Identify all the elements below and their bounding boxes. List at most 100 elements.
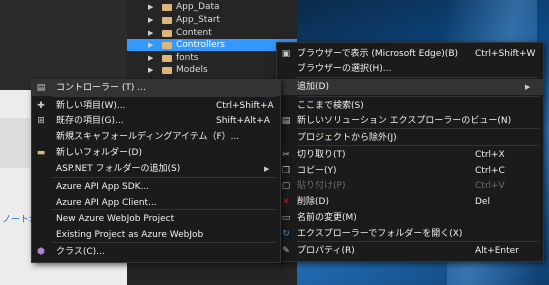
menu-separator xyxy=(52,177,276,178)
controller-icon: ▤ xyxy=(36,83,46,93)
expand-arrow-icon[interactable]: ▶ xyxy=(148,27,153,39)
menu-shortcut: Del xyxy=(475,197,490,207)
menu-item-label: ブラウザーの選択(H)... xyxy=(297,64,392,74)
menu-shortcut: Ctrl+X xyxy=(475,150,505,160)
menu-item[interactable]: ⊞ 既存の項目(G)... Shift+Alt+A xyxy=(32,113,280,129)
menu-item-label: コピー(Y) xyxy=(297,166,337,176)
menu-item[interactable]: ▤ コントローラー (T) ... xyxy=(32,80,280,96)
menu-item[interactable]: ブラウザーの選択(H)... xyxy=(277,61,543,77)
context-menu: ▣ ブラウザーで表示 (Microsoft Edge)(B) Ctrl+Shift+… xyxy=(276,42,544,262)
menu-item[interactable]: New Azure WebJob Project xyxy=(32,211,280,227)
menu-separator xyxy=(297,77,539,78)
new-folder-icon: ▬ xyxy=(36,148,46,158)
menu-shortcut: Shift+Alt+A xyxy=(216,116,270,126)
menu-item-label: 削除(D) xyxy=(297,197,329,207)
tree-item-label: App_Data xyxy=(176,2,220,12)
tree-item[interactable]: ▶ Content xyxy=(127,27,297,39)
properties-icon: ✎ xyxy=(282,246,290,256)
rename-icon: ▭ xyxy=(281,213,291,223)
menu-item-label: クラス(C)... xyxy=(56,247,105,257)
tree-item-label: Content xyxy=(176,28,212,38)
menu-shortcut: Alt+Enter xyxy=(475,246,519,256)
browser-icon: ▣ xyxy=(281,49,291,59)
menu-item[interactable]: ▣ ブラウザーで表示 (Microsoft Edge)(B) Ctrl+Shift+… xyxy=(277,46,543,62)
menu-item-label: 新しい項目(W)... xyxy=(56,101,126,111)
menu-shortcut: Ctrl+V xyxy=(475,181,505,191)
submenu-arrow-icon: ▶ xyxy=(264,165,270,173)
menu-item[interactable]: プロジェクトから除外(J) xyxy=(277,130,543,146)
menu-item-label: プロパティ(R) xyxy=(297,246,355,256)
menu-item-label: ここまで検索(S) xyxy=(297,101,364,111)
menu-item[interactable]: ここまで検索(S) xyxy=(277,98,543,114)
menu-shortcut: Ctrl+Shift+W xyxy=(475,49,536,59)
paste-icon: ▢ xyxy=(281,181,291,191)
menu-separator xyxy=(297,145,539,146)
menu-item[interactable]: ✕ 削除(D) Del xyxy=(277,194,543,210)
menu-item[interactable]: ▢ 貼り付け(P) Ctrl+V xyxy=(277,178,543,194)
menu-separator xyxy=(297,128,539,129)
menu-item-label: 貼り付け(P) xyxy=(297,181,346,191)
menu-separator xyxy=(52,96,276,97)
menu-item[interactable]: Azure API App SDK... xyxy=(32,179,280,195)
menu-item[interactable]: ✂ 切り取り(T) Ctrl+X xyxy=(277,147,543,163)
solution-explorer-view-icon: ▤ xyxy=(281,116,291,126)
tree-item-label: App_Start xyxy=(176,15,221,25)
menu-separator xyxy=(297,241,539,242)
tree-item[interactable]: ▶ Controllers xyxy=(127,39,297,51)
menu-item[interactable]: ▤ 新しいソリューション エクスプローラーのビュー(N) xyxy=(277,113,543,129)
tree-item[interactable]: ▶ App_Data xyxy=(127,1,297,13)
copy-icon: ❐ xyxy=(281,166,291,176)
menu-shortcut: Ctrl+Shift+A xyxy=(216,101,274,111)
folder-icon xyxy=(162,42,172,49)
folder-icon xyxy=(162,4,172,11)
menu-item[interactable]: ASP.NET フォルダーの追加(S) ▶ xyxy=(32,161,280,177)
menu-item[interactable]: Existing Project as Azure WebJob xyxy=(32,227,280,243)
menu-item[interactable]: 新規スキャフォールディングアイテム（F）... xyxy=(32,129,280,145)
folder-icon xyxy=(162,55,172,62)
menu-item-label: ASP.NET フォルダーの追加(S) xyxy=(56,164,181,174)
folder-icon xyxy=(162,30,172,37)
expand-arrow-icon[interactable]: ▶ xyxy=(148,64,153,76)
tree-item[interactable]: ▶ Models xyxy=(127,64,297,76)
menu-item-label: 新規スキャフォールディングアイテム（F）... xyxy=(56,132,240,142)
menu-item[interactable]: 追加(D) ▶ xyxy=(277,79,543,95)
menu-item-label: 新しいフォルダー(D) xyxy=(56,148,142,158)
menu-item[interactable]: ▬ 新しいフォルダー(D) xyxy=(32,145,280,161)
menu-item[interactable]: ❐ コピー(Y) Ctrl+C xyxy=(277,163,543,179)
menu-separator xyxy=(52,242,276,243)
menu-shortcut: Ctrl+C xyxy=(475,166,505,176)
new-item-icon: ✚ xyxy=(37,101,45,111)
tree-item[interactable]: ▶ App_Start xyxy=(127,14,297,26)
menu-item-label: 名前の変更(M) xyxy=(297,213,357,223)
menu-item-label: ブラウザーで表示 (Microsoft Edge)(B) xyxy=(297,49,459,59)
tree-item-label: fonts xyxy=(176,53,199,63)
existing-item-icon: ⊞ xyxy=(37,116,45,126)
menu-separator xyxy=(52,209,276,210)
menu-item[interactable]: ✎ プロパティ(R) Alt+Enter xyxy=(277,243,543,259)
menu-item-label: 新しいソリューション エクスプローラーのビュー(N) xyxy=(297,116,512,126)
editor-panel xyxy=(0,118,30,168)
menu-item-label: コントローラー (T) ... xyxy=(56,83,146,93)
expand-arrow-icon[interactable]: ▶ xyxy=(148,1,153,13)
tree-item-label: Controllers xyxy=(176,40,225,50)
expand-arrow-icon[interactable]: ▶ xyxy=(148,14,153,26)
expand-arrow-icon[interactable]: ▶ xyxy=(148,39,153,51)
cut-icon: ✂ xyxy=(282,150,290,160)
menu-item[interactable]: ▭ 名前の変更(M) xyxy=(277,210,543,226)
open-folder-icon: ↻ xyxy=(282,229,290,239)
menu-item-label: 切り取り(T) xyxy=(297,150,346,160)
menu-item-label: プロジェクトから除外(J) xyxy=(297,133,397,143)
folder-icon xyxy=(162,67,172,74)
delete-icon: ✕ xyxy=(282,197,290,207)
submenu-arrow-icon: ▶ xyxy=(525,83,531,91)
menu-item[interactable]: ↻ エクスプローラーでフォルダーを開く(X) xyxy=(277,226,543,242)
menu-item-label: Azure API App SDK... xyxy=(56,182,150,192)
menu-item[interactable]: ⬢ クラス(C)... xyxy=(32,244,280,260)
menu-item[interactable]: ✚ 新しい項目(W)... Ctrl+Shift+A xyxy=(32,98,280,114)
tree-item-label: Models xyxy=(176,65,208,75)
tree-item[interactable]: ▶ fonts xyxy=(127,52,297,64)
expand-arrow-icon[interactable]: ▶ xyxy=(148,52,153,64)
add-submenu: ▤ コントローラー (T) ... ✚ 新しい項目(W)... Ctrl+Shift+A… xyxy=(31,79,281,263)
menu-item-label: 追加(D) xyxy=(297,82,329,92)
menu-separator xyxy=(297,96,539,97)
